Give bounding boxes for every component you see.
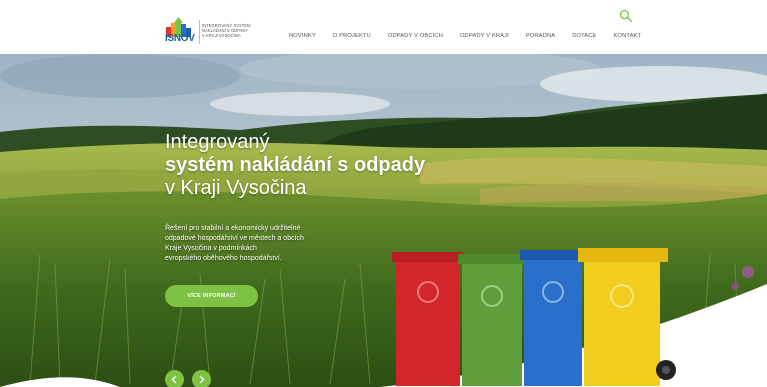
hero-description-line: evropského oběhového hospodářství. <box>165 255 282 262</box>
nav-item-o-projektu[interactable]: O PROJEKTU <box>333 33 371 39</box>
logo-divider <box>199 20 200 44</box>
main-nav: NOVINKY O PROJEKTU ODPADY V OBCÍCH ODPAD… <box>289 33 658 39</box>
hero-heading: Integrovaný systém nakládání s odpady v … <box>165 131 426 200</box>
nav-item-kontakt[interactable]: KONTAKT <box>614 33 642 39</box>
hero-title-line2: systém nakládání s odpady <box>165 154 426 176</box>
nav-item-odpady-v-obcich[interactable]: ODPADY V OBCÍCH <box>388 33 443 39</box>
chevron-left-icon <box>171 375 177 384</box>
nav-item-dotace[interactable]: DOTACE <box>572 33 596 39</box>
logo-tagline: INTEGROVANÝ SYSTÉM NAKLÁDÁNÍ S ODPADY V … <box>202 23 264 38</box>
chevron-right-icon <box>199 375 205 384</box>
nav-item-novinky[interactable]: NOVINKY <box>289 33 316 39</box>
hero-slider: Integrovaný systém nakládání s odpady v … <box>0 54 767 387</box>
yellow-bin <box>578 248 676 386</box>
hero-description-line: Kraje Vysočina v podmínkách <box>165 245 257 252</box>
slider-next-button[interactable] <box>192 370 211 387</box>
hero-title-line1: Integrovaný <box>165 131 270 153</box>
nav-item-poradna[interactable]: PORADNA <box>526 33 555 39</box>
hero-description-line: odpadové hospodářství ve městech a obcíc… <box>165 235 304 242</box>
logo-tagline-line: V KRAJI VYSOČINA <box>202 33 241 38</box>
more-info-button[interactable]: VÍCE INFORMACÍ <box>165 285 258 307</box>
red-bin <box>392 252 464 386</box>
site-header: ISNOV INTEGROVANÝ SYSTÉM NAKLÁDÁNÍ S ODP… <box>0 0 767 54</box>
logo-wordmark: ISNOV <box>165 33 195 44</box>
hero-description-line: Řešení pro stabilní a ekonomicky udržite… <box>165 225 301 232</box>
nav-item-odpady-v-kraji[interactable]: ODPADY V KRAJI <box>460 33 509 39</box>
site-logo[interactable]: ISNOV INTEGROVANÝ SYSTÉM NAKLÁDÁNÍ S ODP… <box>164 12 264 46</box>
green-bin <box>458 254 526 386</box>
search-icon[interactable] <box>619 9 633 23</box>
slider-prev-button[interactable] <box>165 370 184 387</box>
waste-bins-image <box>392 248 676 386</box>
hero-title-line3: v Kraji Vysočina <box>165 177 307 199</box>
blue-bin <box>520 250 586 386</box>
hero-description: Řešení pro stabilní a ekonomicky udržite… <box>165 224 355 264</box>
